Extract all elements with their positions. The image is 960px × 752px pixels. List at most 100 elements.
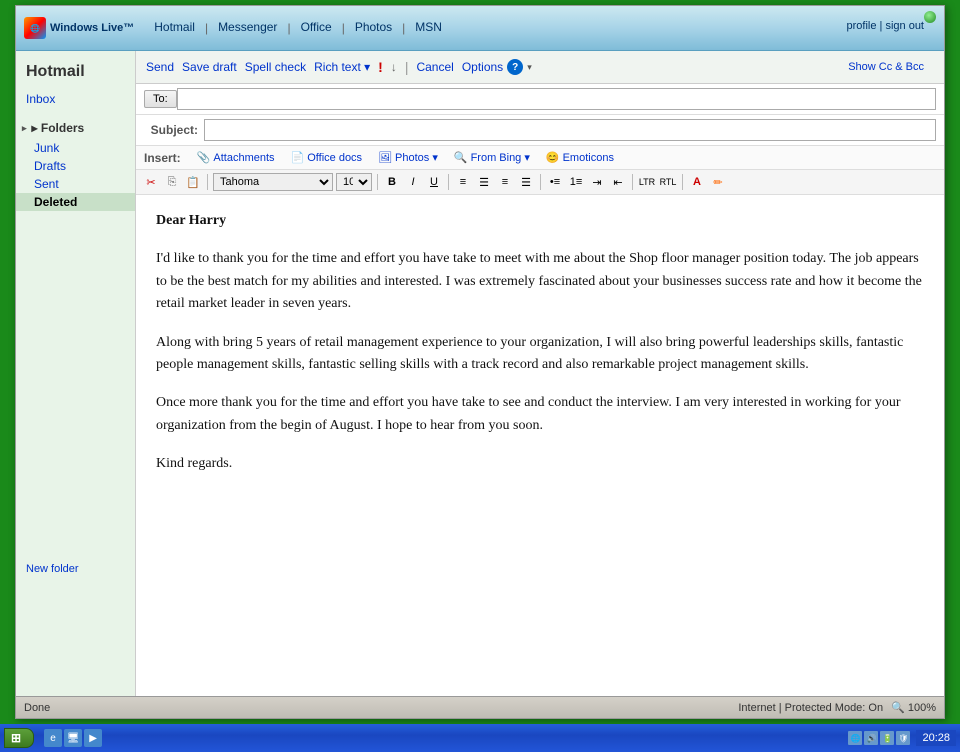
office-docs-label: Office docs (307, 152, 362, 164)
format-separator-6 (682, 174, 683, 190)
rich-text-button[interactable]: Rich text ▾ (314, 60, 370, 74)
to-input[interactable] (177, 88, 936, 110)
help-icon[interactable]: ? (507, 59, 523, 75)
sidebar-item-inbox[interactable]: Inbox (16, 89, 135, 109)
insert-office-docs[interactable]: 📄 Office docs (287, 150, 367, 165)
insert-from-bing[interactable]: 🔍 From Bing ▾ (450, 150, 534, 165)
folders-header[interactable]: ▸ ▸ Folders (16, 117, 135, 139)
format-separator-4 (540, 174, 541, 190)
align-center-icon[interactable]: ☰ (475, 173, 493, 191)
save-draft-button[interactable]: Save draft (182, 60, 237, 74)
ltr-icon[interactable]: LTR (638, 173, 656, 191)
compose-form: To: Subject: (136, 84, 944, 146)
taskbar-right: 🌐 🔊 🔋 🛡 20:28 (848, 730, 956, 746)
antivirus-icon: 🛡 (896, 731, 910, 745)
zoom-level: 🔍 100% (891, 701, 936, 714)
subject-input[interactable] (204, 119, 936, 141)
nav-messenger[interactable]: Messenger (210, 18, 285, 38)
copy-icon[interactable]: ⎘ (163, 173, 181, 191)
highlight-icon[interactable]: ✏ (709, 173, 727, 191)
attachment-icon: 📎 (197, 151, 211, 164)
subject-row: Subject: (136, 115, 944, 146)
paste-icon[interactable]: 📋 (184, 173, 202, 191)
sidebar: Hotmail Inbox ▸ ▸ Folders Junk Drafts Se… (16, 51, 136, 696)
attachment-label: Attachments (213, 152, 274, 164)
indent-icon[interactable]: ⇥ (588, 173, 606, 191)
media-player-icon[interactable]: ▶ (84, 729, 102, 747)
body-paragraph3: Once more thank you for the time and eff… (156, 392, 924, 437)
taskbar-quick-launch: e 🖥 ▶ (44, 729, 102, 747)
office-docs-icon: 📄 (291, 151, 305, 164)
subject-label: Subject: (144, 123, 204, 137)
nav-hotmail[interactable]: Hotmail (146, 18, 203, 38)
sidebar-item-deleted[interactable]: Deleted (16, 193, 135, 211)
nav-photos[interactable]: Photos (347, 18, 400, 38)
bing-label: From Bing ▾ (471, 151, 530, 164)
insert-emoticons[interactable]: 😊 Emoticons (542, 150, 618, 165)
to-button[interactable]: To: (144, 90, 177, 108)
italic-button[interactable]: I (404, 173, 422, 191)
show-cc-bcc-link[interactable]: Show Cc & Bcc (838, 57, 934, 77)
status-text: Done (24, 702, 738, 714)
new-folder-link[interactable]: New folder (16, 557, 89, 581)
greeting-text: Dear Harry (156, 210, 924, 232)
insert-attachments[interactable]: 📎 Attachments (193, 150, 279, 165)
underline-button[interactable]: U (425, 173, 443, 191)
bold-button[interactable]: B (383, 173, 401, 191)
ie-icon[interactable]: e (44, 729, 62, 747)
status-right: Internet | Protected Mode: On 🔍 100% (738, 701, 936, 714)
spell-check-button[interactable]: Spell check (245, 60, 306, 74)
size-select[interactable]: 10 8 9 11 12 14 (336, 173, 372, 191)
wl-icon: 🌐 (24, 17, 46, 39)
body-paragraph2: Along with bring 5 years of retail manag… (156, 332, 924, 377)
compose-toolbar: Send Save draft Spell check Rich text ▾ … (136, 51, 944, 84)
priority-low-icon[interactable]: ↓ (391, 60, 397, 74)
format-separator-1 (207, 174, 208, 190)
insert-photos[interactable]: 🖼 Photos ▾ (374, 150, 442, 165)
nav-links: Hotmail | Messenger | Office | Photos | … (146, 18, 450, 38)
format-separator-2 (377, 174, 378, 190)
compose-body[interactable]: Dear Harry I'd like to thank you for the… (136, 195, 944, 696)
align-justify-icon[interactable]: ☰ (517, 173, 535, 191)
cancel-button[interactable]: Cancel (416, 60, 453, 74)
closing-text: Kind regards. (156, 453, 924, 475)
font-select[interactable]: Tahoma Arial Times New Roman Verdana (213, 173, 333, 191)
options-button[interactable]: Options (462, 60, 503, 74)
send-button[interactable]: Send (146, 60, 174, 74)
clock: 20:28 (916, 730, 956, 746)
network-icon: 🌐 (848, 731, 862, 745)
sidebar-item-sent[interactable]: Sent (16, 175, 135, 193)
insert-label: Insert: (144, 151, 181, 165)
insert-bar: Insert: 📎 Attachments 📄 Office docs 🖼 Ph… (136, 146, 944, 170)
format-separator-3 (448, 174, 449, 190)
windows-live-logo: 🌐 Windows Live™ (24, 17, 134, 39)
align-left-icon[interactable]: ≡ (454, 173, 472, 191)
sidebar-item-junk[interactable]: Junk (16, 139, 135, 157)
font-color-icon[interactable]: A (688, 173, 706, 191)
emoticons-label: Emoticons (563, 152, 614, 164)
sidebar-item-drafts[interactable]: Drafts (16, 157, 135, 175)
internet-security-text: Internet | Protected Mode: On (738, 702, 883, 714)
nav-msn[interactable]: MSN (407, 18, 450, 38)
profile-links[interactable]: profile | sign out (847, 20, 924, 32)
outdent-icon[interactable]: ⇤ (609, 173, 627, 191)
expand-icon: ▸ (22, 123, 27, 134)
cut-icon[interactable]: ✂ (142, 173, 160, 191)
align-right-icon[interactable]: ≡ (496, 173, 514, 191)
rtl-icon[interactable]: RTL (659, 173, 677, 191)
options-area: Options ? ▾ (462, 59, 532, 75)
system-tray: 🌐 🔊 🔋 🛡 (848, 731, 910, 745)
number-list-icon[interactable]: 1≡ (567, 173, 585, 191)
nav-office[interactable]: Office (293, 18, 340, 38)
format-separator-5 (632, 174, 633, 190)
priority-high-icon[interactable]: ! (378, 59, 383, 75)
photos-icon: 🖼 (378, 151, 392, 164)
show-desktop-icon[interactable]: 🖥 (64, 729, 82, 747)
bullet-list-icon[interactable]: •≡ (546, 173, 564, 191)
battery-icon: 🔋 (880, 731, 894, 745)
dropdown-arrow[interactable]: ▾ (527, 62, 532, 73)
green-indicator (924, 11, 936, 23)
start-button[interactable]: ⊞ (4, 728, 34, 748)
to-row: To: (136, 84, 944, 115)
sidebar-title: Hotmail (16, 59, 135, 89)
